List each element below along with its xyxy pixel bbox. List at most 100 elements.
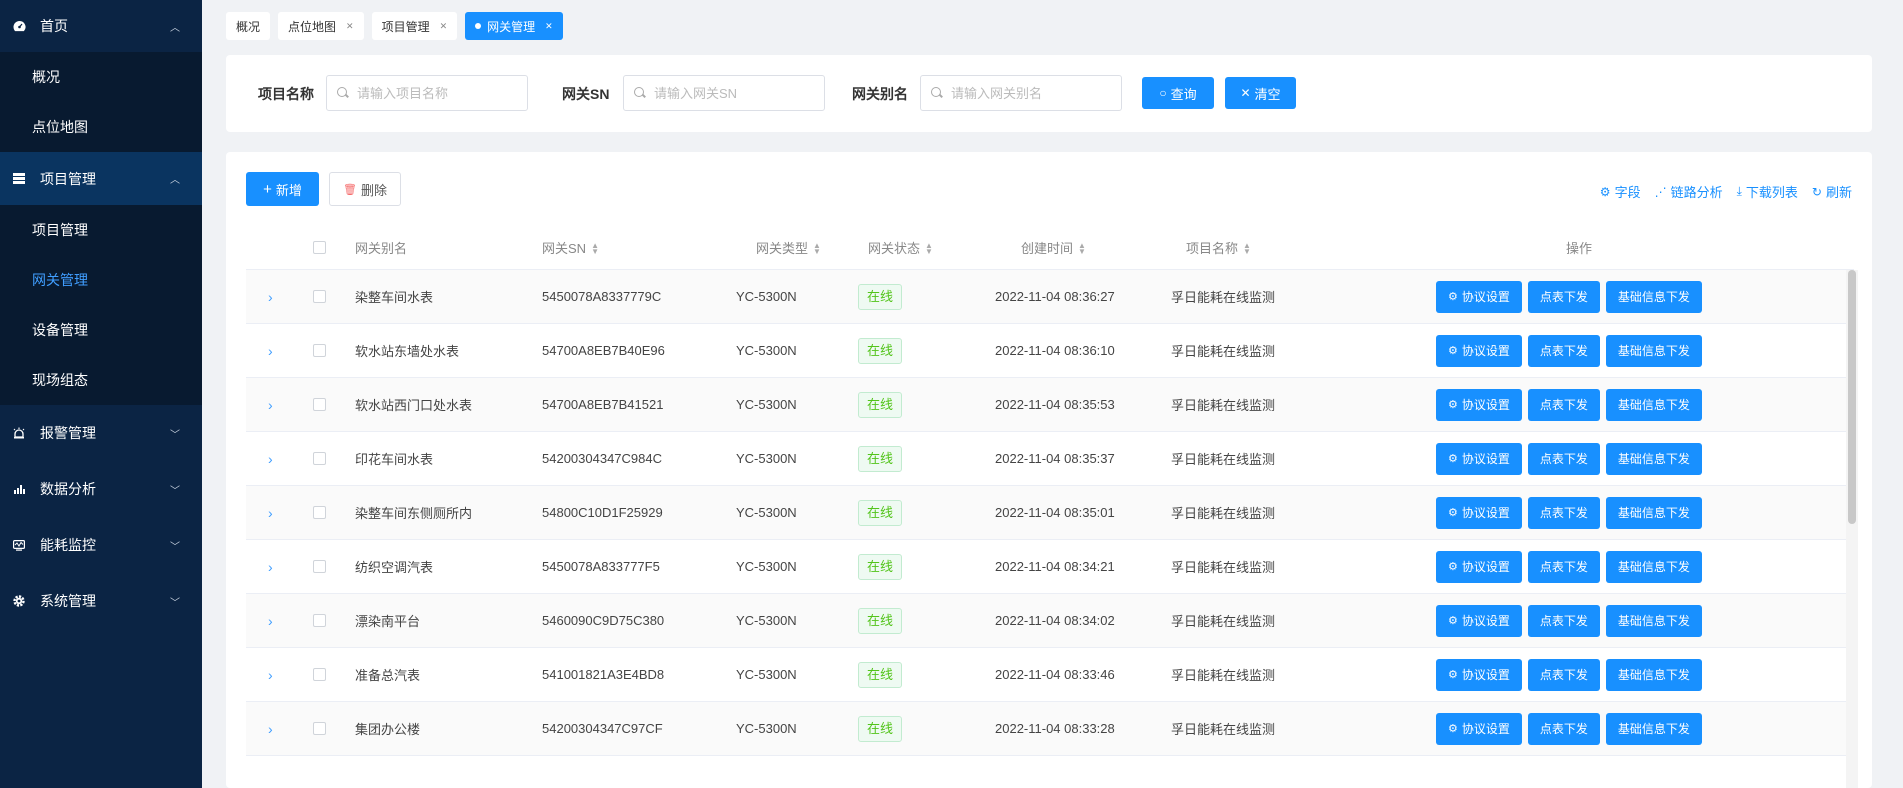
fields-link[interactable]: ⚙ 字段 (1600, 182, 1641, 201)
protocol-settings-button[interactable]: ⚙ 协议设置 (1436, 388, 1522, 421)
sidebar-group-home[interactable]: 首页 ︿ (0, 0, 202, 52)
cell-project: 孚日能耗在线监测 (1171, 290, 1276, 305)
tab-project-manage[interactable]: 项目管理 ✕ (371, 12, 458, 40)
scrollbar-thumb[interactable] (1848, 270, 1856, 524)
sidebar-item-project-manage[interactable]: 项目管理 (0, 205, 202, 255)
row-checkbox[interactable] (313, 452, 326, 465)
tab-overview[interactable]: 概况 (226, 12, 271, 40)
gateway-sn-field[interactable] (623, 75, 825, 111)
sidebar-item-device-manage[interactable]: 设备管理 (0, 305, 202, 355)
sidebar-item-gateway-manage[interactable]: 网关管理 (0, 255, 202, 305)
basic-info-dispatch-button[interactable]: 基础信息下发 (1605, 334, 1702, 367)
clear-button[interactable]: ✕ 清空 (1225, 77, 1296, 109)
table-row[interactable]: › 软水站西门口处水表 54700A8EB7B41521 YC-5300N 在线 2022… (246, 378, 1854, 432)
protocol-settings-button[interactable]: ⚙ 协议设置 (1436, 334, 1522, 367)
chevron-right-icon[interactable]: › (268, 397, 273, 413)
basic-info-dispatch-button[interactable]: 基础信息下发 (1605, 604, 1702, 637)
table-row[interactable]: › 染整车间东侧厕所内 54800C10D1F25929 YC-5300N 在线 2022… (246, 486, 1854, 540)
chevron-right-icon[interactable]: › (268, 559, 273, 575)
protocol-settings-button[interactable]: ⚙ 协议设置 (1436, 496, 1522, 529)
table-row[interactable]: › 软水站东墙处水表 54700A8EB7B40E96 YC-5300N 在线 2022-… (246, 324, 1854, 378)
basic-info-dispatch-button[interactable]: 基础信息下发 (1605, 280, 1702, 313)
protocol-settings-button[interactable]: ⚙ 协议设置 (1436, 712, 1522, 745)
sort-icon: ▲ ▼ (925, 241, 933, 257)
chevron-right-icon[interactable]: › (268, 289, 273, 305)
column-header-type[interactable]: 网关类型 ▲ ▼ (756, 238, 821, 257)
basic-info-dispatch-button[interactable]: 基础信息下发 (1605, 712, 1702, 745)
protocol-settings-button[interactable]: ⚙ 协议设置 (1436, 442, 1522, 475)
basic-info-dispatch-button[interactable]: 基础信息下发 (1605, 550, 1702, 583)
row-checkbox[interactable] (313, 506, 326, 519)
column-header-time[interactable]: 创建时间 ▲ ▼ (1021, 238, 1086, 257)
protocol-settings-button[interactable]: ⚙ 协议设置 (1436, 280, 1522, 313)
gateway-alias-input[interactable] (951, 85, 1111, 101)
chevron-right-icon[interactable]: › (268, 721, 273, 737)
sidebar-item-site-config[interactable]: 现场组态 (0, 355, 202, 405)
meter-dispatch-button[interactable]: 点表下发 (1527, 604, 1600, 637)
cell-type: YC-5300N (736, 613, 797, 628)
table-row[interactable]: › 纺织空调汽表 5450078A833777F5 YC-5300N 在线 2022-11… (246, 540, 1854, 594)
basic-info-dispatch-button[interactable]: 基础信息下发 (1605, 658, 1702, 691)
meter-dispatch-button[interactable]: 点表下发 (1527, 280, 1600, 313)
cell-project: 孚日能耗在线监测 (1171, 668, 1276, 683)
table-row[interactable]: › 印花车间水表 54200304347C984C YC-5300N 在线 2022-11… (246, 432, 1854, 486)
add-button[interactable]: + 新增 (246, 172, 319, 206)
protocol-settings-button[interactable]: ⚙ 协议设置 (1436, 658, 1522, 691)
sidebar-item-point-map[interactable]: 点位地图 (0, 102, 202, 152)
basic-info-dispatch-button[interactable]: 基础信息下发 (1605, 442, 1702, 475)
gateway-alias-field[interactable] (920, 75, 1122, 111)
chevron-right-icon[interactable]: › (268, 505, 273, 521)
sidebar-group-project[interactable]: 项目管理 ︿ (0, 152, 202, 205)
chevron-right-icon[interactable]: › (268, 451, 273, 467)
link-analysis-link[interactable]: ⋰ 链路分析 (1655, 182, 1723, 201)
refresh-icon: ↻ (1811, 184, 1822, 199)
row-checkbox[interactable] (313, 560, 326, 573)
status-badge: 在线 (858, 499, 903, 526)
sidebar-group-system[interactable]: 系统管理 ﹀ (0, 573, 202, 629)
close-icon[interactable]: ✕ (440, 21, 448, 32)
refresh-link[interactable]: ↻ 刷新 (1812, 182, 1852, 201)
meter-dispatch-button[interactable]: 点表下发 (1527, 334, 1600, 367)
close-icon[interactable]: ✕ (545, 21, 553, 32)
tab-point-map[interactable]: 点位地图 ✕ (278, 12, 364, 40)
column-header-sn[interactable]: 网关SN ▲ ▼ (542, 238, 599, 257)
row-checkbox[interactable] (313, 722, 326, 735)
table-row[interactable]: › 漂染南平台 5460090C9D75C380 YC-5300N 在线 2022-11-… (246, 594, 1854, 648)
meter-dispatch-button[interactable]: 点表下发 (1527, 658, 1600, 691)
row-checkbox[interactable] (313, 614, 326, 627)
table-row[interactable]: › 染整车间水表 5450078A8337779C YC-5300N 在线 2022-11… (246, 270, 1854, 324)
gateway-sn-input[interactable] (654, 85, 814, 101)
select-all-checkbox[interactable] (313, 240, 326, 254)
meter-dispatch-button[interactable]: 点表下发 (1527, 442, 1600, 475)
chevron-right-icon[interactable]: › (268, 667, 273, 683)
sidebar-group-data-analysis[interactable]: 数据分析 ﹀ (0, 461, 202, 517)
query-button[interactable]: ○ 查询 (1142, 77, 1214, 109)
table-row[interactable]: › 集团办公楼 54200304347C97CF YC-5300N 在线 2022-11-… (246, 702, 1854, 756)
basic-info-dispatch-button[interactable]: 基础信息下发 (1605, 496, 1702, 529)
row-checkbox[interactable] (313, 344, 326, 357)
chevron-right-icon[interactable]: › (268, 343, 273, 359)
meter-dispatch-button[interactable]: 点表下发 (1527, 388, 1600, 421)
chevron-right-icon[interactable]: › (268, 613, 273, 629)
delete-button[interactable]: 🗑 删除 (329, 172, 401, 206)
sidebar-group-alarm[interactable]: 报警管理 ﹀ (0, 405, 202, 461)
protocol-settings-button[interactable]: ⚙ 协议设置 (1436, 604, 1522, 637)
row-checkbox[interactable] (313, 398, 326, 411)
basic-info-dispatch-button[interactable]: 基础信息下发 (1605, 388, 1702, 421)
row-checkbox[interactable] (313, 668, 326, 681)
project-name-input[interactable] (357, 85, 517, 101)
protocol-settings-button[interactable]: ⚙ 协议设置 (1436, 550, 1522, 583)
column-header-status[interactable]: 网关状态 ▲ ▼ (868, 238, 933, 257)
project-name-field[interactable] (326, 75, 528, 111)
meter-dispatch-button[interactable]: 点表下发 (1527, 496, 1600, 529)
column-header-project[interactable]: 项目名称 ▲ ▼ (1186, 238, 1251, 257)
download-list-link[interactable]: ⤓ 下载列表 (1737, 182, 1798, 201)
sidebar-group-energy-monitor[interactable]: 能耗监控 ﹀ (0, 517, 202, 573)
table-row[interactable]: › 准备总汽表 541001821A3E4BD8 YC-5300N 在线 2022-11-… (246, 648, 1854, 702)
tab-gateway-manage[interactable]: 网关管理 ✕ (465, 12, 563, 40)
close-icon[interactable]: ✕ (346, 21, 354, 32)
meter-dispatch-button[interactable]: 点表下发 (1527, 550, 1600, 583)
meter-dispatch-button[interactable]: 点表下发 (1527, 712, 1600, 745)
row-checkbox[interactable] (313, 290, 326, 303)
sidebar-item-overview[interactable]: 概况 (0, 52, 202, 102)
